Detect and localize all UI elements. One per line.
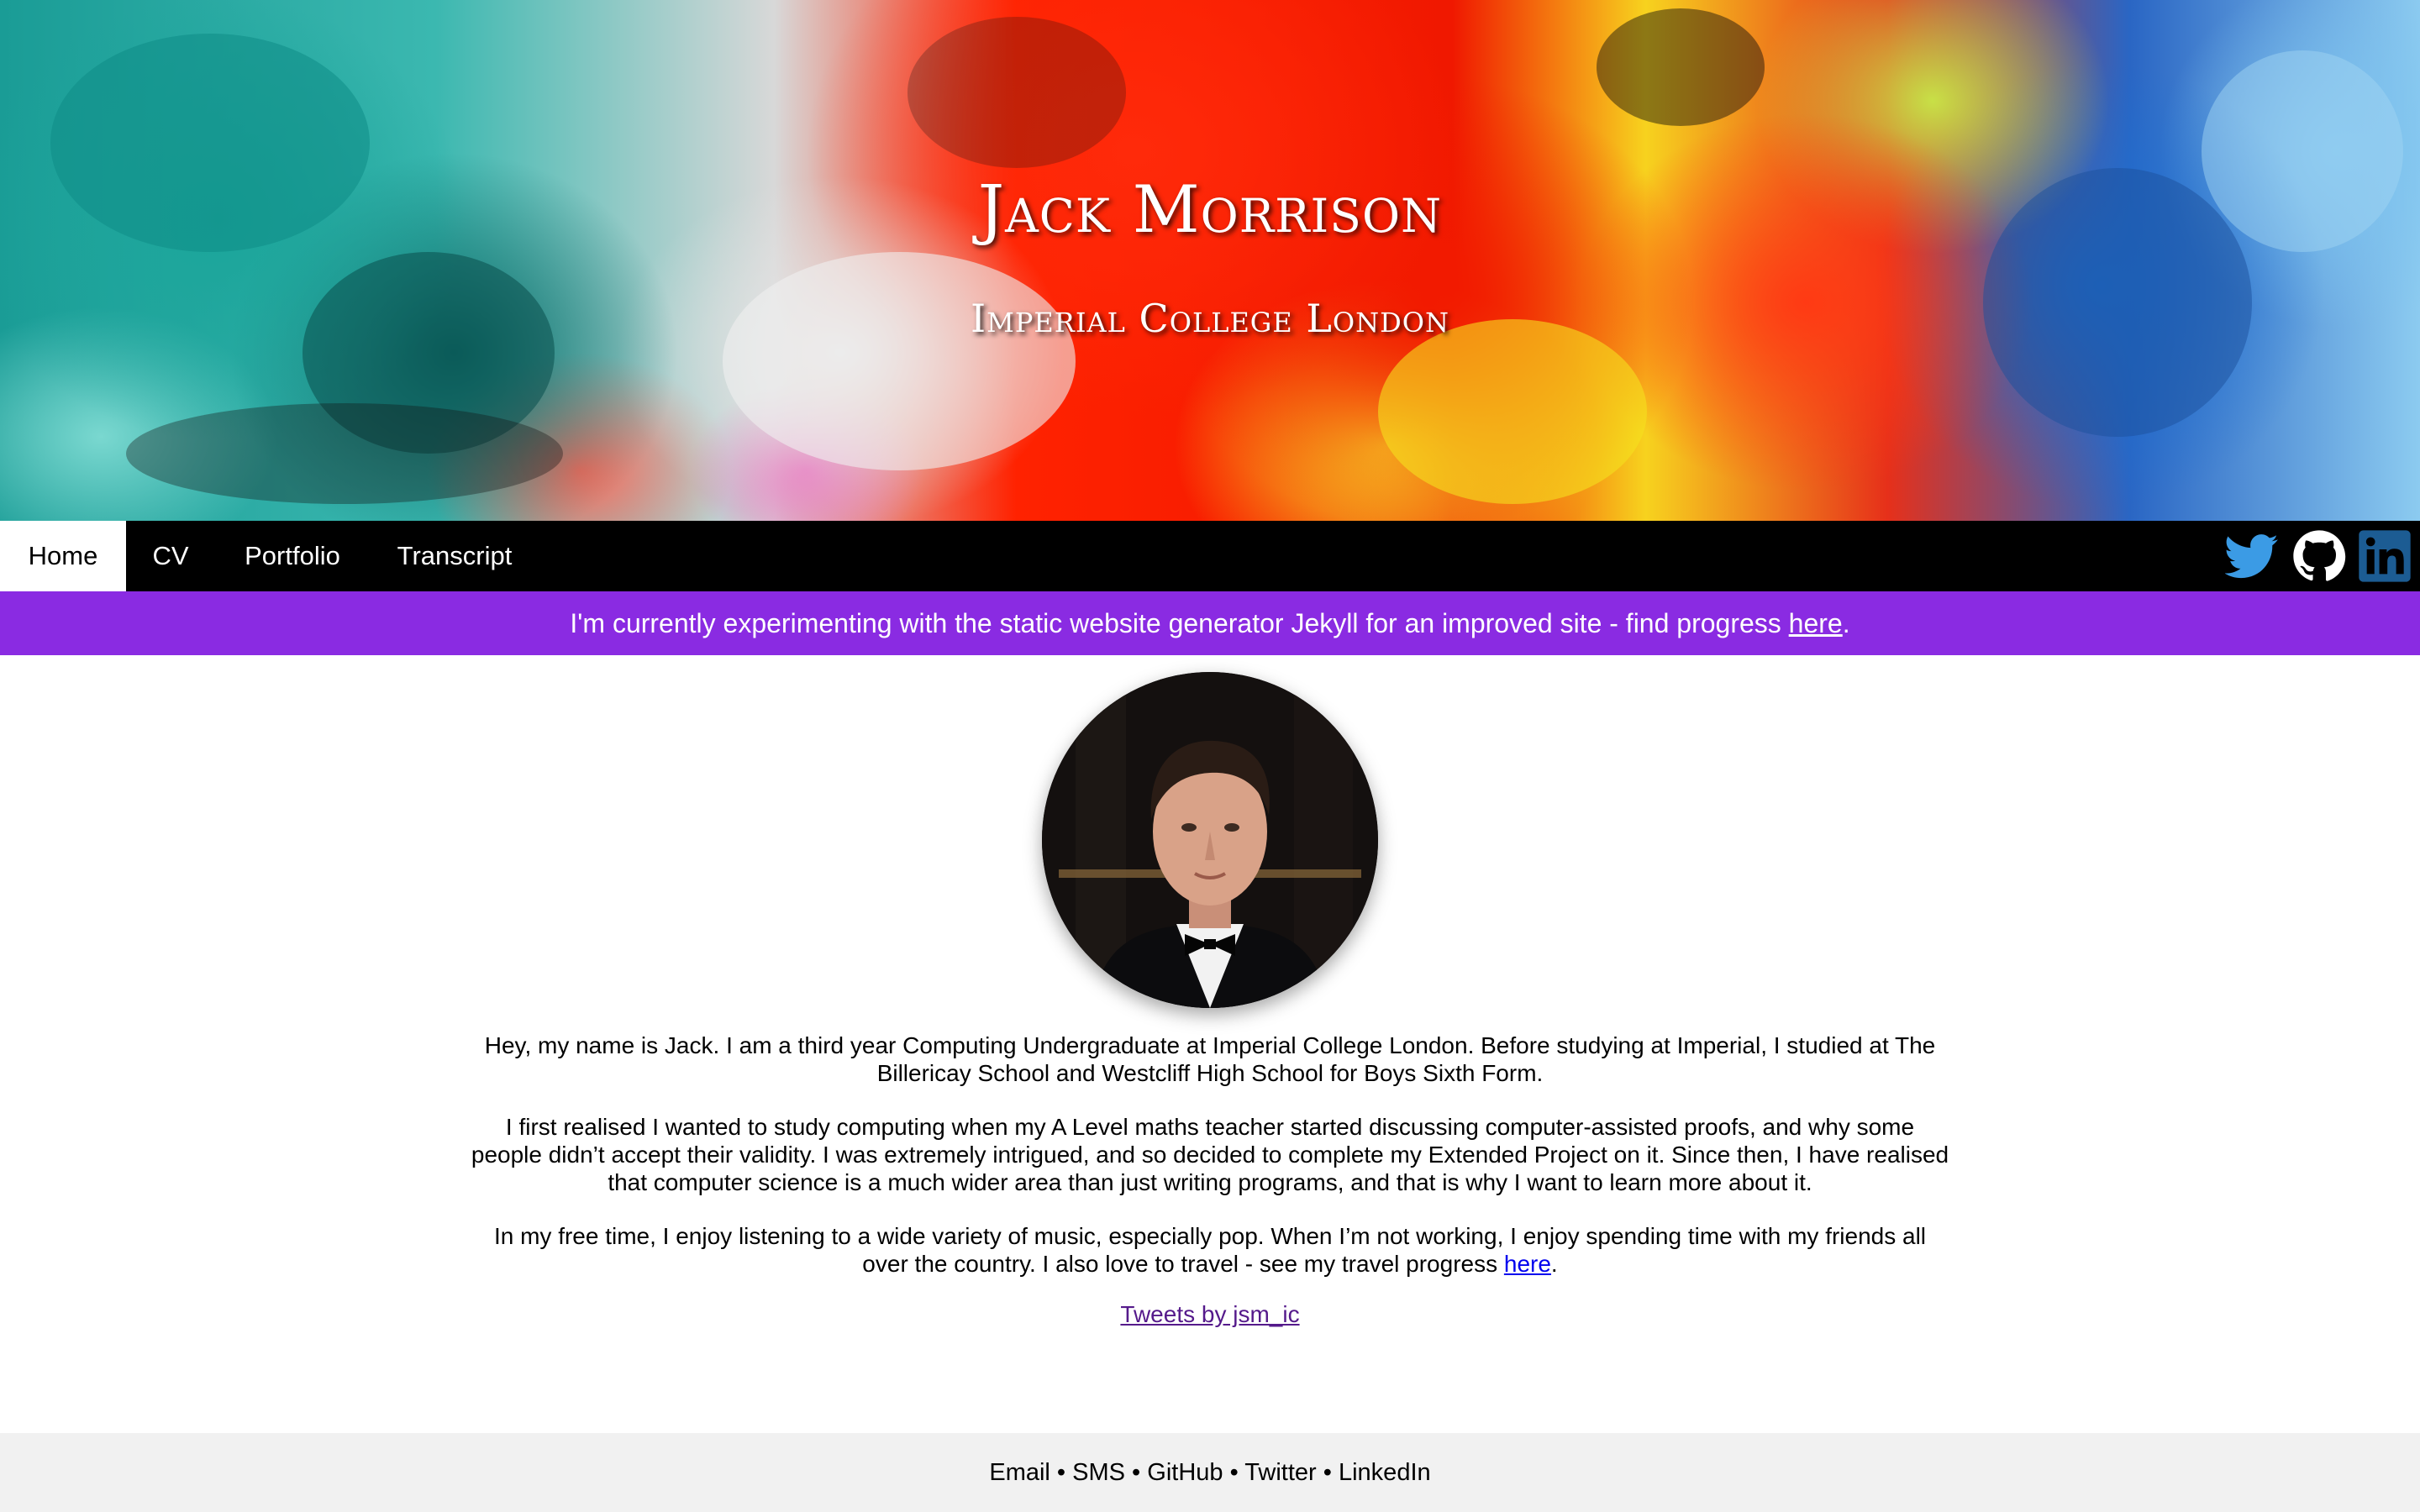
banner-art [1597, 8, 1765, 126]
about-section: Hey, my name is Jack. I am a third year … [471, 1032, 1949, 1354]
banner-art [908, 17, 1126, 168]
banner-art [723, 252, 1076, 470]
footer-separator: • [1316, 1459, 1339, 1486]
announcement-bar: I'm currently experimenting with the sta… [0, 591, 2420, 655]
announcement-here-link[interactable]: here [1789, 608, 1843, 638]
twitter-icon[interactable] [2225, 529, 2279, 583]
nav-item-cv[interactable]: CV [126, 521, 215, 591]
footer-link-linkedin[interactable]: LinkedIn [1339, 1459, 1431, 1486]
travel-here-link[interactable]: here [1504, 1251, 1551, 1277]
tweets-paragraph: Tweets by jsm_ic [471, 1300, 1949, 1328]
footer-link-github[interactable]: GitHub [1147, 1459, 1223, 1486]
footer-link-sms[interactable]: SMS [1072, 1459, 1125, 1486]
announcement-suffix: . [1842, 608, 1850, 638]
footer-separator: • [1223, 1459, 1245, 1486]
footer-separator: • [1125, 1459, 1148, 1486]
free-time-paragraph: In my free time, I enjoy listening to a … [471, 1222, 1949, 1278]
linkedin-icon[interactable] [2358, 529, 2412, 583]
footer-link-email[interactable]: Email [989, 1459, 1050, 1486]
footer-separator: • [1050, 1459, 1073, 1486]
free-time-suffix: . [1550, 1251, 1558, 1277]
nav-item-transcript[interactable]: Transcript [370, 521, 539, 591]
header-banner: Jack Morrison Imperial College London [0, 0, 2420, 521]
github-icon[interactable] [2292, 529, 2346, 583]
nav-item-home[interactable]: Home [0, 521, 126, 591]
footer-link-twitter[interactable]: Twitter [1244, 1459, 1316, 1486]
motivation-paragraph: I first realised I wanted to study compu… [471, 1114, 1949, 1195]
profile-portrait [1042, 672, 1378, 1008]
banner-art [1378, 319, 1647, 504]
profile-photo [1042, 672, 1378, 1008]
nav-bar: Home CV Portfolio Transcript [0, 521, 2420, 591]
banner-art [126, 403, 563, 504]
intro-paragraph: Hey, my name is Jack. I am a third year … [484, 1032, 1936, 1086]
page: Jack Morrison Imperial College London Ho… [0, 0, 2420, 1512]
nav-item-portfolio[interactable]: Portfolio [215, 521, 370, 591]
tweets-link[interactable]: Tweets by jsm_ic [1120, 1301, 1299, 1327]
footer: Email • SMS • GitHub • Twitter • LinkedI… [0, 1433, 2420, 1512]
announcement-text: I'm currently experimenting with the sta… [570, 608, 1789, 638]
site-title: Jack Morrison [977, 172, 1443, 248]
site-subtitle: Imperial College London [970, 296, 1450, 341]
free-time-text: In my free time, I enjoy listening to a … [493, 1223, 1927, 1277]
